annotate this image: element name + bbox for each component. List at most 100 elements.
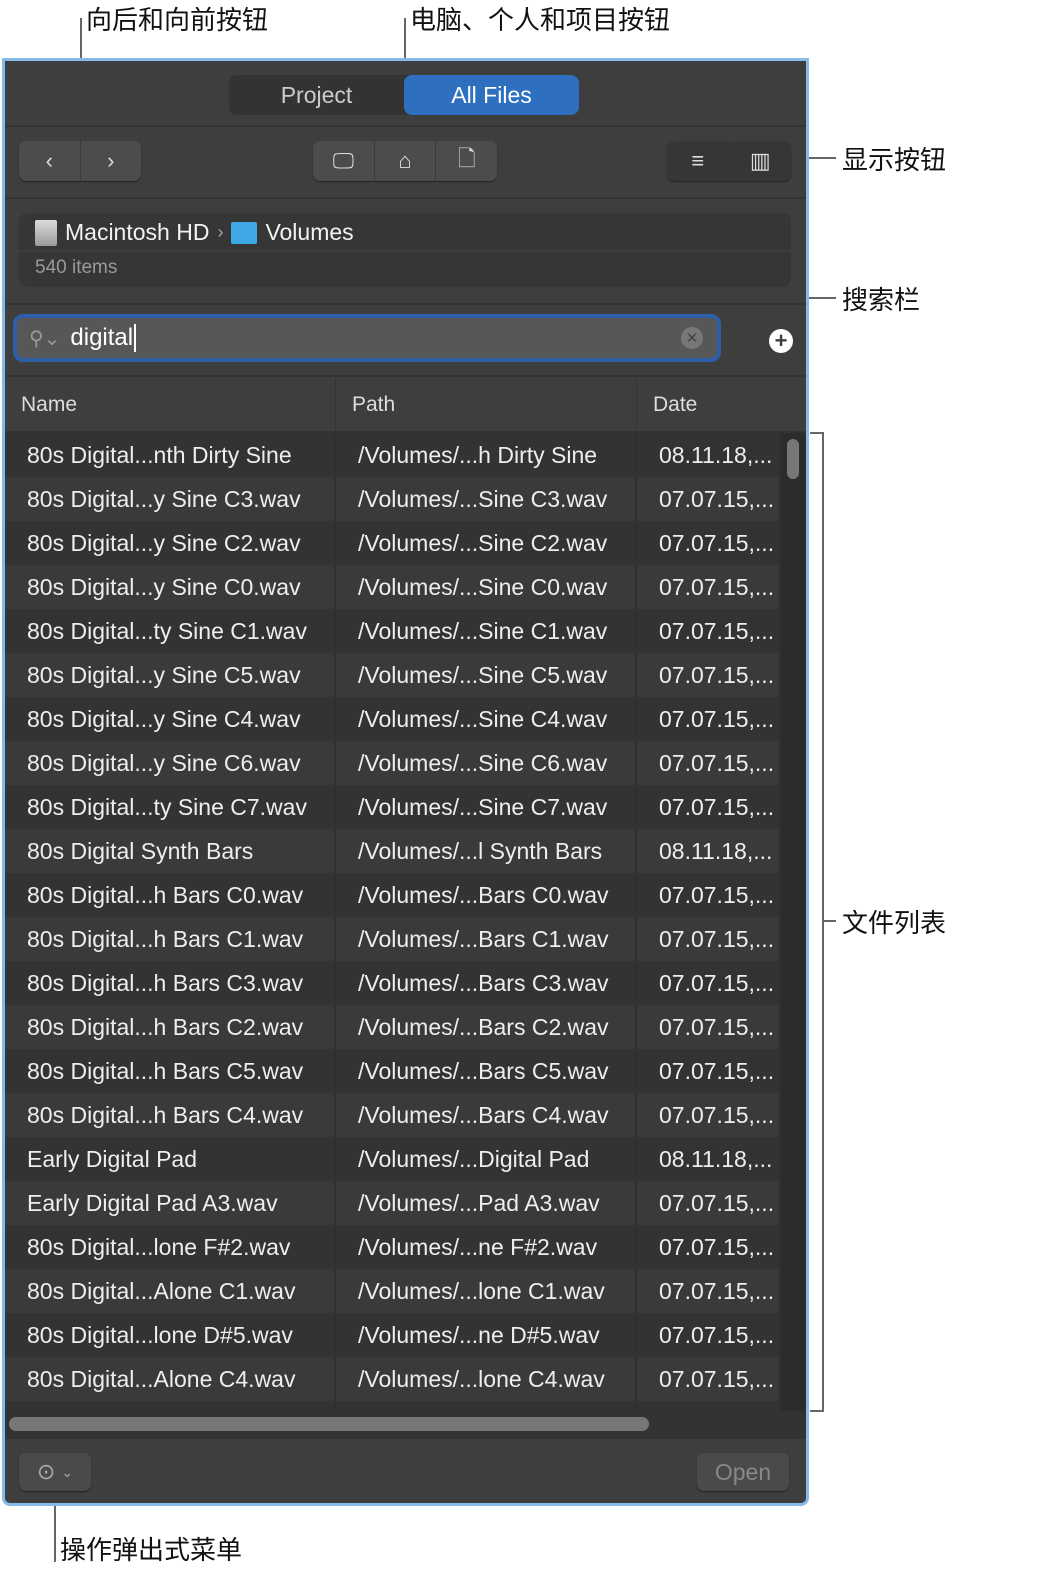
tab-all-files[interactable]: All Files xyxy=(404,75,579,115)
search-input[interactable]: digital xyxy=(70,324,137,352)
cell-name: 80s Digital...Alone C4.wav xyxy=(5,1357,336,1401)
column-header-path[interactable]: Path xyxy=(336,379,637,431)
list-view-button[interactable]: ≡ xyxy=(667,141,730,181)
cell-name: 80s Digital...h Bars C4.wav xyxy=(5,1093,336,1137)
cell-path: /Volumes/...Bars C0.wav xyxy=(336,873,637,917)
table-row[interactable]: 80s Digital...y Sine C5.wav/Volumes/...S… xyxy=(5,653,781,697)
cell-date: 07.07.15,... xyxy=(637,917,781,961)
cell-date: 07.07.15,... xyxy=(637,961,781,1005)
callout-file-list: 文件列表 xyxy=(842,909,947,939)
table-row[interactable]: 80s Digital...ty Sine C1.wav/Volumes/...… xyxy=(5,609,781,653)
horizontal-scrollbar[interactable] xyxy=(5,1411,806,1439)
folder-icon xyxy=(231,221,258,244)
cell-path xyxy=(336,1401,637,1411)
table-row[interactable]: 80s Digital...lone D#5.wav/Volumes/...ne… xyxy=(5,1313,781,1357)
cell-name: 80s Digital...h Bars C2.wav xyxy=(5,1005,336,1049)
cell-date: 07.07.15,... xyxy=(637,609,781,653)
search-field[interactable]: ⚲⌄ digital ✕ xyxy=(13,314,721,362)
cell-date: 07.07.15,... xyxy=(637,1269,781,1313)
cell-name: 80s Digital...lone F#2.wav xyxy=(5,1225,336,1269)
vertical-scroll-thumb[interactable] xyxy=(787,439,799,479)
horizontal-scroll-thumb[interactable] xyxy=(9,1417,649,1431)
cell-name: 80s Digital...h Bars C5.wav xyxy=(5,1049,336,1093)
column-view-button[interactable]: ▥ xyxy=(730,141,792,181)
back-button[interactable]: ‹ xyxy=(19,141,81,181)
table-row[interactable]: 80s Digital...ty Sine C7.wav/Volumes/...… xyxy=(5,785,781,829)
tab-project[interactable]: Project xyxy=(229,75,404,115)
cell-path: /Volumes/...Bars C5.wav xyxy=(336,1049,637,1093)
callout-nav-buttons: 向后和向前按钮 xyxy=(86,6,269,36)
cell-date: 07.07.15,... xyxy=(637,1181,781,1225)
table-row[interactable]: 80s Digital...y Sine C0.wav/Volumes/...S… xyxy=(5,565,781,609)
table-row[interactable]: 80s Digital...nth Dirty Sine/Volumes/...… xyxy=(5,433,781,477)
cell-name: 80s Digital...y Sine C4.wav xyxy=(5,697,336,741)
monitor-icon: 🖵 xyxy=(332,148,354,173)
column-header-date[interactable]: Date xyxy=(637,379,806,431)
table-row[interactable]: 80s Digital...Alone C1.wav/Volumes/...lo… xyxy=(5,1269,781,1313)
search-icon[interactable]: ⚲⌄ xyxy=(29,326,60,351)
cell-name: 80s Digital...y Sine C6.wav xyxy=(5,741,336,785)
table-row[interactable]: 80s Digital...h Bars C5.wav/Volumes/...B… xyxy=(5,1049,781,1093)
cell-name xyxy=(5,1401,336,1411)
home-button[interactable]: ⌂ xyxy=(375,141,437,181)
cell-path: /Volumes/...lone C4.wav xyxy=(336,1357,637,1401)
action-menu-button[interactable]: ⊙ ⌄ xyxy=(19,1453,91,1491)
callout-location-buttons: 电脑、个人和项目按钮 xyxy=(410,6,671,36)
cell-name: 80s Digital...nth Dirty Sine xyxy=(5,433,336,477)
add-icon[interactable]: + xyxy=(769,328,793,353)
cell-name: 80s Digital...h Bars C0.wav xyxy=(5,873,336,917)
cell-date: 07.07.15,... xyxy=(637,565,781,609)
cell-path: /Volumes/...lone C1.wav xyxy=(336,1269,637,1313)
table-row[interactable]: 80s Digital...h Bars C0.wav/Volumes/...B… xyxy=(5,873,781,917)
cell-date: 08.11.18,... xyxy=(637,433,781,477)
cell-path: /Volumes/...Sine C3.wav xyxy=(336,477,637,521)
forward-button[interactable]: › xyxy=(81,141,142,181)
list-icon: ≡ xyxy=(691,148,705,173)
cell-path: /Volumes/...Sine C5.wav xyxy=(336,653,637,697)
column-header-name[interactable]: Name xyxy=(5,379,336,431)
clear-search-icon[interactable]: ✕ xyxy=(681,327,703,349)
table-row[interactable]: 80s Digital...y Sine C6.wav/Volumes/...S… xyxy=(5,741,781,785)
cell-path: /Volumes/...ne F#2.wav xyxy=(336,1225,637,1269)
computer-button[interactable]: 🖵 xyxy=(313,141,375,181)
cell-date: 07.07.15,... xyxy=(637,653,781,697)
table-row[interactable]: Early Digital Pad/Volumes/...Digital Pad… xyxy=(5,1137,781,1181)
table-row[interactable]: 80s Digital...y Sine C4.wav/Volumes/...S… xyxy=(5,697,781,741)
table-row[interactable]: 80s Digital...h Bars C3.wav/Volumes/...B… xyxy=(5,961,781,1005)
table-row[interactable]: 80s Digital...y Sine C2.wav/Volumes/...S… xyxy=(5,521,781,565)
cell-name: Early Digital Pad xyxy=(5,1137,336,1181)
cell-path: /Volumes/...ne D#5.wav xyxy=(336,1313,637,1357)
cell-date: 07.07.15,... xyxy=(637,521,781,565)
vertical-scrollbar[interactable] xyxy=(781,433,806,1411)
table-row[interactable] xyxy=(5,1401,781,1411)
cell-name: 80s Digital...ty Sine C7.wav xyxy=(5,785,336,829)
cell-name: 80s Digital...y Sine C2.wav xyxy=(5,521,336,565)
callout-search: 搜索栏 xyxy=(842,286,921,316)
table-row[interactable]: Early Digital Pad A3.wav/Volumes/...Pad … xyxy=(5,1181,781,1225)
table-row[interactable]: 80s Digital...y Sine C3.wav/Volumes/...S… xyxy=(5,477,781,521)
cell-date: 07.07.15,... xyxy=(637,697,781,741)
cell-path: /Volumes/...h Dirty Sine xyxy=(336,433,637,477)
column-headers: Name Path Date xyxy=(5,379,806,433)
table-row[interactable]: 80s Digital...h Bars C4.wav/Volumes/...B… xyxy=(5,1093,781,1137)
cell-name: 80s Digital...y Sine C5.wav xyxy=(5,653,336,697)
table-row[interactable]: 80s Digital...lone F#2.wav/Volumes/...ne… xyxy=(5,1225,781,1269)
cell-name: 80s Digital...h Bars C3.wav xyxy=(5,961,336,1005)
columns-icon: ▥ xyxy=(749,148,771,173)
table-row[interactable]: 80s Digital...h Bars C1.wav/Volumes/...B… xyxy=(5,917,781,961)
breadcrumb-disk[interactable]: Macintosh HD xyxy=(65,219,209,246)
item-count: 540 items xyxy=(35,257,118,278)
table-row[interactable]: 80s Digital Synth Bars/Volumes/...l Synt… xyxy=(5,829,781,873)
chevron-left-icon: ‹ xyxy=(45,148,53,173)
open-button[interactable]: Open xyxy=(697,1453,789,1491)
table-row[interactable]: 80s Digital...Alone C4.wav/Volumes/...lo… xyxy=(5,1357,781,1401)
chevron-down-icon: ⌄ xyxy=(61,1463,74,1480)
project-button[interactable]: 🗋 xyxy=(436,141,497,181)
table-row[interactable]: 80s Digital...h Bars C2.wav/Volumes/...B… xyxy=(5,1005,781,1049)
scope-tabs: Project All Files xyxy=(229,75,579,115)
cell-path: /Volumes/...Sine C0.wav xyxy=(336,565,637,609)
cell-path: /Volumes/...Sine C4.wav xyxy=(336,697,637,741)
cell-path: /Volumes/...Bars C4.wav xyxy=(336,1093,637,1137)
breadcrumb-folder[interactable]: Volumes xyxy=(265,219,353,246)
cell-name: 80s Digital...y Sine C3.wav xyxy=(5,477,336,521)
